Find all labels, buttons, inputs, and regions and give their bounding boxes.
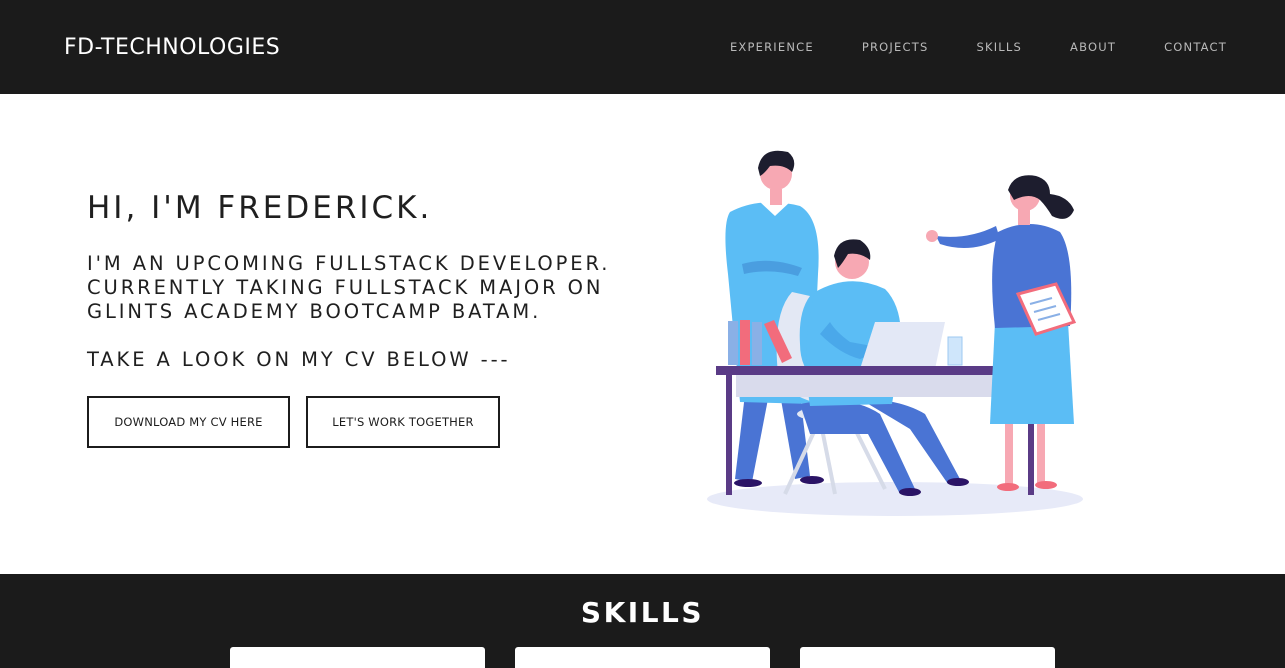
download-cv-button[interactable]: DOWNLOAD MY CV HERE — [87, 396, 290, 448]
hero-section: HI, I'M FREDERICK. I'M AN UPCOMING FULLS… — [0, 94, 1285, 574]
brand-logo[interactable]: FD-TECHNOLOGIES — [64, 35, 280, 60]
hero-subtitle-line: GLINTS ACADEMY BOOTCAMP BATAM. — [87, 300, 542, 323]
floor-shadow — [707, 482, 1083, 516]
skills-title: SKILLS — [580, 596, 705, 629]
skill-card — [515, 647, 770, 668]
hero-title: HI, I'M FREDERICK. — [87, 190, 433, 226]
glass — [947, 336, 963, 366]
skill-card — [800, 647, 1055, 668]
nav-link-skills[interactable]: SKILLS — [976, 40, 1022, 54]
hero-subtitle-line: CURRENTLY TAKING FULLSTACK MAJOR ON — [87, 276, 604, 299]
nav-link-projects[interactable]: PROJECTS — [862, 40, 929, 54]
standing-woman — [926, 175, 1077, 491]
nav-link-experience[interactable]: EXPERIENCE — [730, 40, 814, 54]
hero-subtitle-line: I'M AN UPCOMING FULLSTACK DEVELOPER. — [87, 252, 611, 275]
skill-card — [230, 647, 485, 668]
navbar: FD-TECHNOLOGIES EXPERIENCE PROJECTS SKIL… — [0, 0, 1285, 94]
nav-link-about[interactable]: ABOUT — [1070, 40, 1116, 54]
work-together-button[interactable]: LET'S WORK TOGETHER — [306, 396, 500, 448]
nav-links: EXPERIENCE PROJECTS SKILLS ABOUT CONTACT — [730, 40, 1227, 54]
team-illustration — [707, 150, 1083, 516]
hero-cta-text: TAKE A LOOK ON MY CV BELOW --- — [87, 348, 511, 371]
skills-section: SKILLS — [0, 574, 1285, 668]
nav-link-contact[interactable]: CONTACT — [1164, 40, 1227, 54]
hero-subtitle: I'M AN UPCOMING FULLSTACK DEVELOPER. CUR… — [87, 252, 647, 324]
